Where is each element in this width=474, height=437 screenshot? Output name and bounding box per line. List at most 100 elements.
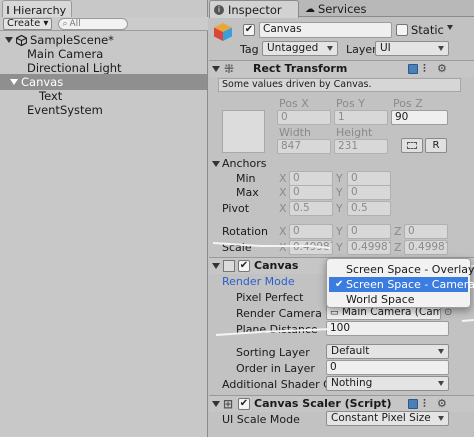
min-label: Min: [236, 172, 256, 185]
popup-option-screen-space-overlay[interactable]: Screen Space - Overlay: [329, 262, 474, 277]
additional-shader-channels-dropdown[interactable]: Nothing: [326, 376, 449, 391]
plane-distance-label: Plane Distance: [236, 323, 318, 336]
chevron-down-icon: [327, 46, 333, 51]
pos-z-field[interactable]: 90: [391, 110, 448, 125]
rotation-x-field[interactable]: 0: [289, 224, 333, 239]
render-camera-label: Render Camera: [236, 307, 322, 320]
canvas-title: Canvas: [254, 259, 299, 272]
pos-z-label: Pos Z: [393, 97, 423, 110]
y-label: Y: [336, 172, 343, 185]
object-name-field[interactable]: Canvas: [259, 22, 392, 38]
rect-transform-header[interactable]: ⁜ Rect Transform ⫶ ⚙: [209, 61, 474, 77]
hierarchy-item-label: Main Camera: [27, 47, 104, 61]
max-x-field[interactable]: 0: [289, 185, 333, 200]
pivot-x-field[interactable]: 0.5: [289, 201, 333, 216]
ui-scale-mode-dropdown[interactable]: Constant Pixel Size: [326, 411, 449, 426]
gameobject-cube-icon: [214, 23, 232, 41]
info-icon: i: [214, 4, 224, 15]
sorting-layer-dropdown[interactable]: Default: [326, 344, 449, 359]
hierarchy-panel: Hierarchy Create ▾ ⌕ All SampleScene* Ma…: [0, 0, 208, 437]
canvas-scaler-enabled-checkbox[interactable]: ✔: [238, 398, 250, 410]
max-label: Max: [236, 186, 259, 199]
chevron-down-icon: [438, 46, 444, 51]
chevron-down-icon[interactable]: [212, 401, 220, 407]
pixel-perfect-label: Pixel Perfect: [236, 291, 304, 304]
tag-label: Tag: [240, 43, 259, 56]
popup-option-label: Screen Space - Overlay: [346, 263, 474, 276]
hierarchy-search-input[interactable]: ⌕ All: [58, 17, 129, 30]
max-y-field[interactable]: 0: [347, 185, 391, 200]
layer-dropdown[interactable]: UI: [375, 41, 449, 56]
hierarchy-item-eventsystem[interactable]: EventSystem: [0, 102, 207, 118]
preset-icon[interactable]: ⫶: [423, 63, 426, 74]
search-placeholder: All: [69, 18, 81, 29]
unity-scene-icon: [16, 35, 27, 46]
width-field[interactable]: 847: [277, 139, 331, 154]
raw-edit-button[interactable]: R: [425, 138, 447, 153]
canvas-enabled-checkbox[interactable]: ✔: [238, 260, 250, 272]
preset-icon[interactable]: ⫶: [423, 398, 426, 409]
chevron-down-icon: [438, 416, 444, 421]
tab-inspector[interactable]: i Inspector: [209, 0, 299, 18]
scale-z-field[interactable]: 0.49987: [404, 240, 448, 255]
min-y-field[interactable]: 0: [347, 171, 391, 186]
rotation-y-field[interactable]: 0: [347, 224, 391, 239]
blueprint-mode-button[interactable]: [401, 138, 423, 153]
popup-option-world-space[interactable]: World Space: [329, 292, 468, 307]
height-label: Height: [336, 126, 373, 139]
hierarchy-toolbar: Create ▾ ⌕ All: [0, 17, 208, 31]
hierarchy-item-label: EventSystem: [27, 103, 103, 117]
height-field[interactable]: 231: [334, 139, 388, 154]
chevron-down-icon: [10, 79, 18, 85]
pos-y-field[interactable]: 1: [334, 110, 388, 125]
z-label: Z: [394, 225, 402, 238]
sorting-layer-label: Sorting Layer: [236, 346, 310, 359]
order-in-layer-field[interactable]: 0: [326, 360, 449, 375]
create-button[interactable]: Create ▾: [3, 17, 53, 30]
gear-icon[interactable]: ⚙: [437, 398, 447, 409]
help-icon[interactable]: [408, 399, 418, 409]
blueprint-icon: [407, 142, 417, 149]
active-checkbox[interactable]: ✔: [243, 24, 255, 36]
scale-y-field[interactable]: 0.49987: [347, 240, 391, 255]
render-mode-label: Render Mode: [222, 275, 295, 288]
scale-x-field[interactable]: 0.49987: [289, 240, 333, 255]
chevron-down-icon[interactable]: [212, 263, 220, 269]
gear-icon[interactable]: ⚙: [437, 63, 447, 74]
hierarchy-tab[interactable]: Hierarchy: [2, 0, 72, 17]
pivot-y-field[interactable]: 0.5: [347, 201, 391, 216]
static-checkbox[interactable]: [396, 24, 408, 36]
tab-services[interactable]: ☁ Services: [303, 1, 367, 17]
hierarchy-tab-label: Hierarchy: [13, 3, 67, 17]
x-label: X: [279, 186, 287, 199]
chevron-down-icon: [438, 381, 444, 386]
x-label: X: [279, 241, 287, 254]
y-label: Y: [336, 225, 343, 238]
anchor-presets-button[interactable]: [222, 110, 265, 153]
object-picker-icon[interactable]: ⊙: [444, 307, 452, 318]
width-label: Width: [279, 126, 311, 139]
rect-transform-title: Rect Transform: [253, 62, 348, 75]
plane-distance-field[interactable]: 100: [326, 321, 449, 336]
x-label: X: [279, 172, 287, 185]
hierarchy-item-label: Canvas: [21, 75, 64, 89]
camera-icon: ▭: [330, 308, 339, 318]
ui-scale-mode-label: UI Scale Mode: [222, 413, 300, 426]
render-mode-popup[interactable]: Screen Space - Overlay ✔ Screen Space - …: [326, 258, 474, 308]
canvas-scaler-icon: ⊞: [223, 397, 234, 411]
help-icon[interactable]: [408, 64, 418, 74]
chevron-down-icon[interactable]: [212, 66, 220, 72]
min-x-field[interactable]: 0: [289, 171, 333, 186]
tag-dropdown[interactable]: Untagged: [262, 41, 338, 56]
y-label: Y: [336, 202, 343, 215]
popup-option-screen-space-camera[interactable]: ✔ Screen Space - Camera: [329, 277, 474, 292]
anchors-chevron-down-icon[interactable]: [212, 161, 220, 167]
hierarchy-item-label: Text: [39, 89, 63, 103]
pos-y-label: Pos Y: [336, 97, 365, 110]
rotation-z-field[interactable]: 0: [404, 224, 448, 239]
chevron-down-icon: [5, 37, 13, 43]
x-label: X: [279, 225, 287, 238]
canvas-scaler-header[interactable]: ⊞ ✔ Canvas Scaler (Script) ⫶ ⚙: [209, 396, 474, 412]
static-chevron-down-icon[interactable]: [447, 25, 453, 30]
pos-x-field[interactable]: 0: [277, 110, 331, 125]
